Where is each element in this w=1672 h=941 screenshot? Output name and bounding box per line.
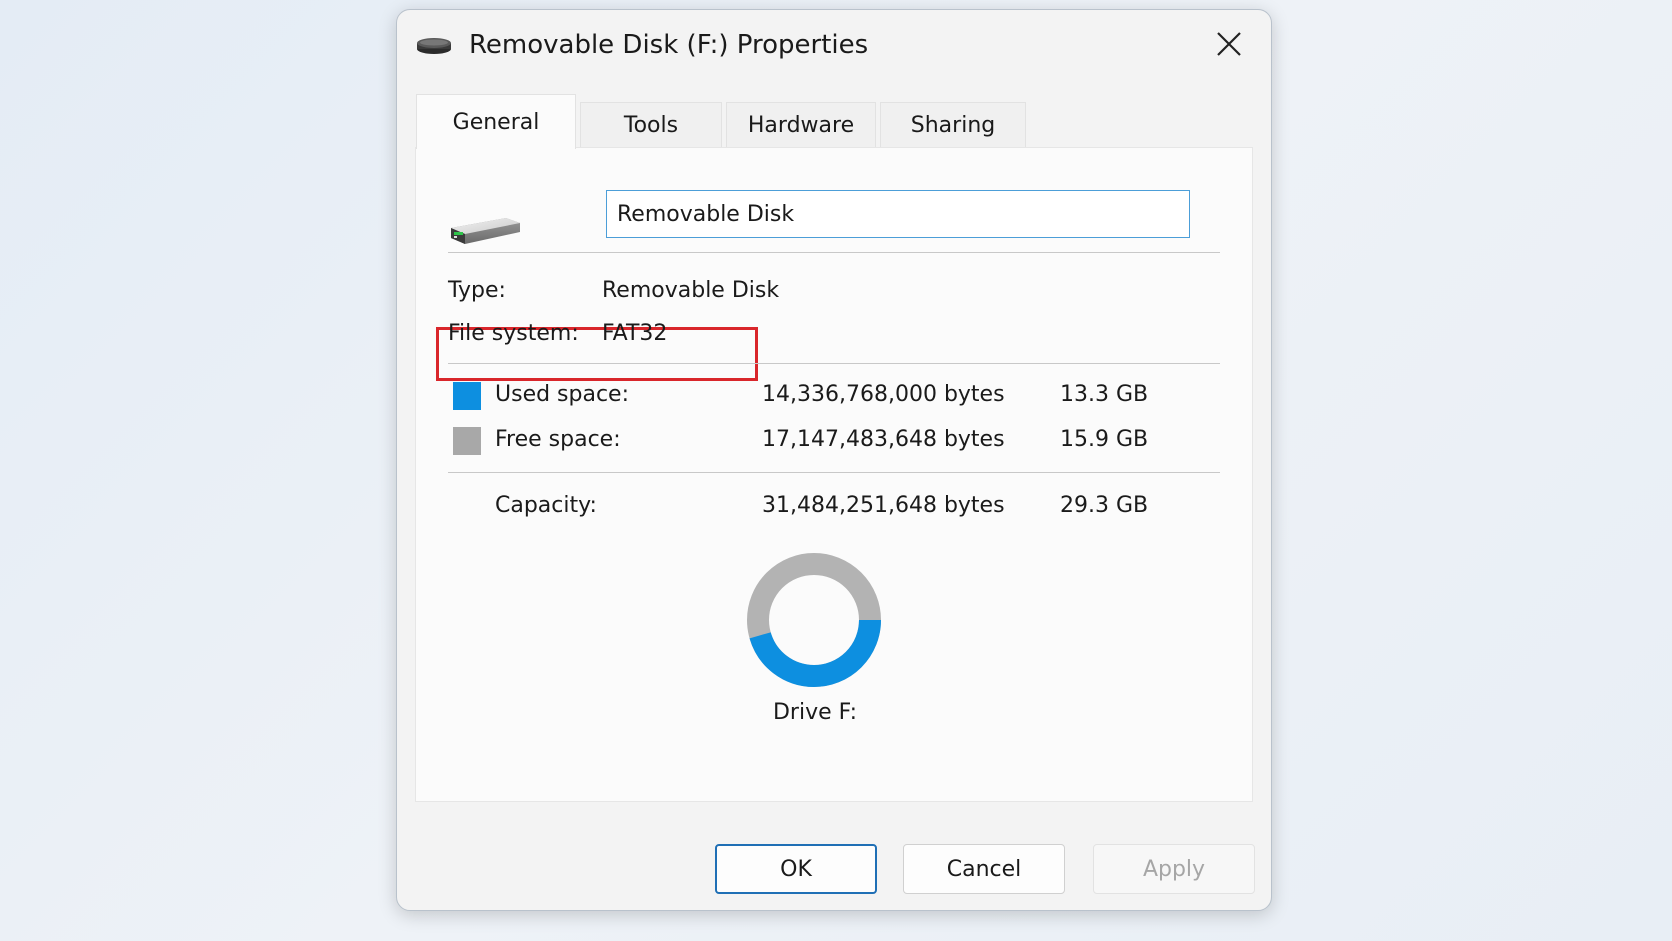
file-system-value: FAT32 [602, 321, 668, 346]
capacity-gb: 29.3 GB [1060, 493, 1149, 518]
free-space-bytes: 17,147,483,648 bytes [762, 427, 1005, 452]
removable-drive-icon [451, 218, 520, 244]
separator [448, 363, 1220, 364]
used-space-label: Used space: [495, 382, 630, 407]
window-title: Removable Disk (F:) Properties [469, 30, 869, 60]
separator [448, 252, 1220, 253]
usage-donut-chart [747, 553, 881, 687]
properties-dialog: Removable Disk (F:) Properties General T… [396, 9, 1272, 911]
volume-name-input[interactable] [606, 190, 1190, 238]
tab-tools[interactable]: Tools [580, 102, 722, 148]
tab-sharing[interactable]: Sharing [880, 102, 1026, 148]
drive-label: Drive F: [772, 700, 857, 725]
ok-button[interactable]: OK [715, 844, 877, 894]
tab-hardware[interactable]: Hardware [726, 102, 876, 148]
used-space-bytes: 14,336,768,000 bytes [762, 382, 1005, 407]
used-space-swatch [453, 382, 481, 410]
cancel-button[interactable]: Cancel [903, 844, 1065, 894]
free-space-gb: 15.9 GB [1060, 427, 1149, 452]
free-space-swatch [453, 427, 481, 455]
tab-general[interactable]: General [416, 94, 576, 149]
type-label: Type: [448, 278, 506, 303]
close-button[interactable] [1203, 22, 1255, 66]
drive-icon [417, 38, 451, 54]
type-value: Removable Disk [602, 278, 780, 303]
separator [448, 472, 1220, 473]
free-space-label: Free space: [495, 427, 621, 452]
used-space-gb: 13.3 GB [1060, 382, 1149, 407]
capacity-label: Capacity: [495, 493, 597, 518]
title-bar[interactable]: Removable Disk (F:) Properties [397, 10, 1271, 80]
general-tab-panel: Type: Removable Disk File system: FAT32 … [415, 147, 1253, 802]
file-system-label: File system: [448, 321, 579, 346]
apply-button[interactable]: Apply [1093, 844, 1255, 894]
capacity-bytes: 31,484,251,648 bytes [762, 493, 1005, 518]
close-icon [1217, 32, 1241, 56]
